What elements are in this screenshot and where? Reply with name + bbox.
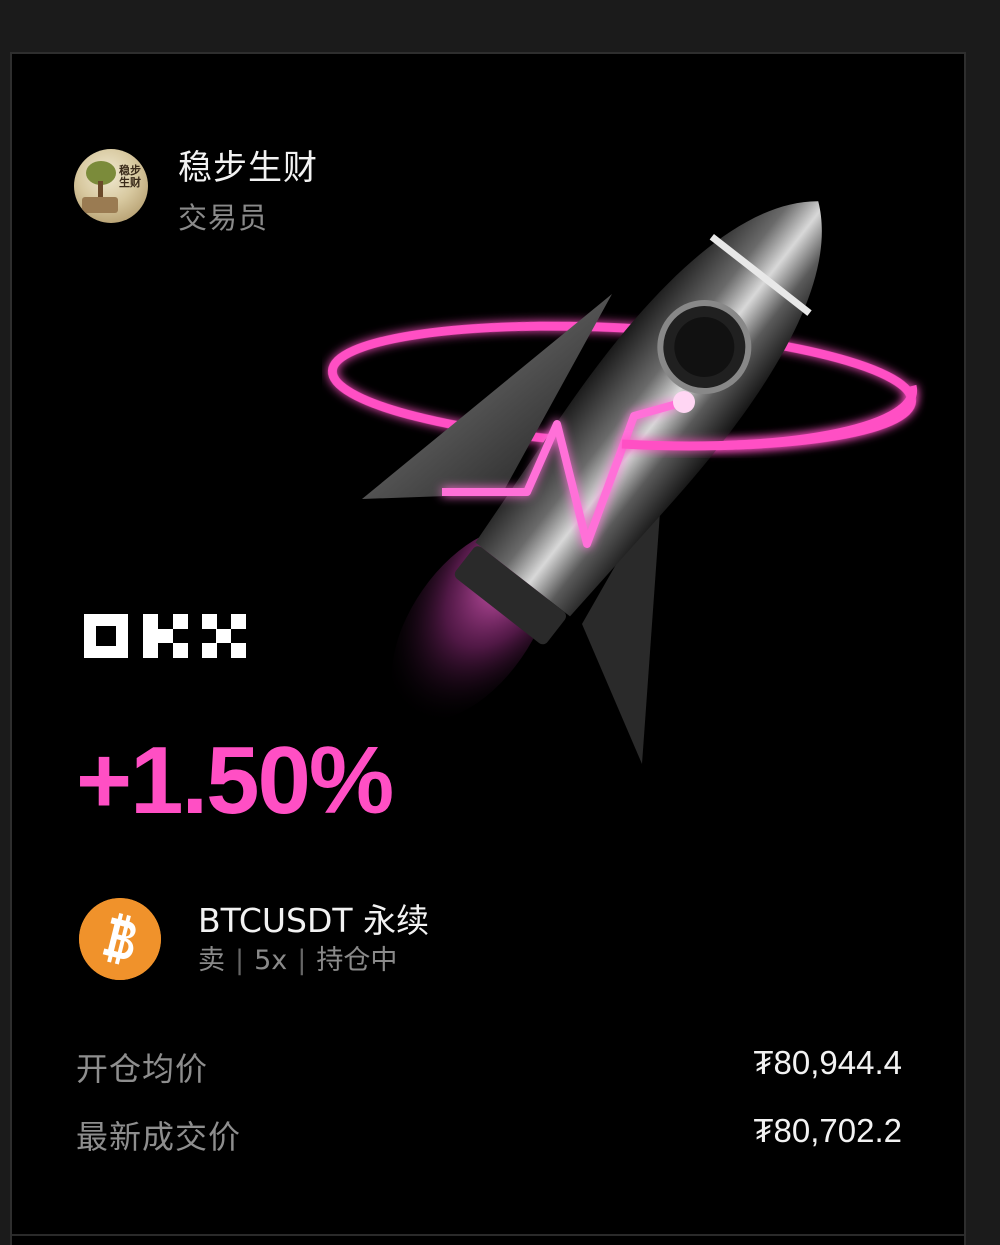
rocket-illustration (327, 201, 917, 764)
trader-avatar[interactable]: 稳步生财 (74, 149, 148, 223)
position-info: 卖 | 5x | 持仓中 (198, 938, 397, 977)
separator: | (235, 945, 245, 976)
trader-role: 交易员 (178, 201, 269, 235)
position-side: 卖 (198, 945, 225, 976)
avatar-ground (82, 197, 118, 213)
trading-pair: BTCUSDT 永续 (198, 901, 430, 940)
divider (12, 1234, 964, 1236)
avatar-stamp: 稳步生财 (119, 164, 141, 189)
position-status: 持仓中 (316, 945, 398, 976)
separator: | (297, 945, 307, 976)
last-price-value: ₮80,702.2 (753, 1112, 902, 1149)
last-price-label: 最新成交价 (76, 1118, 242, 1156)
position-leverage: 5x (254, 945, 288, 976)
trader-name[interactable]: 稳步生财 (178, 140, 318, 189)
pnl-percent: +1.50% (76, 727, 394, 834)
okx-logo (84, 614, 246, 658)
entry-price-label: 开仓均价 (76, 1050, 209, 1088)
bitcoin-icon (79, 898, 161, 980)
entry-price-value: ₮80,944.4 (753, 1044, 902, 1081)
share-card: 稳步生财 稳步生财 交易员 +1.50% BTCUSDT 永续 卖 | 5x | 持仓中 (10, 52, 966, 1245)
